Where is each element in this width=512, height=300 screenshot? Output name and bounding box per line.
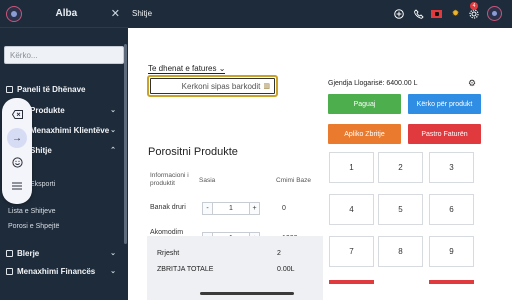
sidebar-item-purchases[interactable]: Blerje ⌄ [0, 246, 124, 260]
keypad-key-partial[interactable] [429, 280, 474, 284]
chevron-down-icon: ⌄ [110, 250, 116, 257]
avatar[interactable] [487, 6, 502, 21]
summary-label: Rrjesht [157, 250, 180, 257]
invoice-details-label: Te dhenat e fatures [148, 64, 217, 73]
sidebar-scrollbar[interactable] [124, 44, 127, 244]
keypad-key-8[interactable]: 8 [378, 236, 423, 267]
column-header-qty: Sasia [199, 177, 216, 184]
sidebar-item-finance[interactable]: Menaxhimi Financës ⌄ [0, 264, 124, 278]
plus-circle-icon[interactable] [393, 8, 404, 19]
keypad-key-7[interactable]: 7 [329, 236, 374, 267]
sidebar-item-label: Paneli të Dhënave [17, 84, 86, 94]
search-product-button[interactable]: Kërko për produkt [408, 94, 481, 114]
topbar: Shitje ✹ 4 [128, 0, 512, 28]
currency-settings-icon[interactable]: ⚙ [468, 78, 476, 89]
menu-icon[interactable] [7, 176, 27, 196]
column-header-price: Cmimi Baze [276, 177, 312, 184]
product-name: Banak druri [150, 204, 186, 211]
chevron-down-icon: ⌄ [110, 127, 116, 134]
product-price: 0 [282, 205, 286, 212]
quantity-value[interactable]: 1 [213, 202, 249, 215]
sidebar-subitem-quick-order[interactable]: Porosi e Shpejtë [8, 223, 59, 230]
sidebar-subitem-export[interactable]: Eksporti [30, 181, 55, 188]
chevron-up-icon: ⌃ [110, 147, 116, 154]
chevron-down-icon: ⌄ [216, 64, 226, 73]
keypad-key-3[interactable]: 3 [429, 152, 474, 183]
order-products-title: Porositni Produkte [148, 146, 238, 158]
keypad-key-4[interactable]: 4 [329, 194, 374, 225]
backspace-icon[interactable] [7, 104, 27, 124]
summary-label: ZBRITJA TOTALE [157, 266, 214, 273]
dashboard-icon [6, 85, 13, 93]
arrow-right-icon[interactable]: → [7, 128, 27, 148]
decrement-button[interactable]: - [202, 202, 213, 215]
sidebar-item-dashboard[interactable]: Paneli të Dhënave [0, 82, 124, 96]
chevron-down-icon: ⌄ [110, 107, 116, 114]
keypad-key-5[interactable]: 5 [378, 194, 423, 225]
keypad-key-9[interactable]: 9 [429, 236, 474, 267]
sidebar-item-label: Produkte [30, 105, 65, 115]
floating-toolbar: → [2, 98, 32, 204]
order-summary: Rrjesht 2 ZBRITJA TOTALE 0.00L [147, 236, 323, 300]
keypad-key-2[interactable]: 2 [378, 152, 423, 183]
summary-value: 2 [277, 250, 281, 257]
sidebar-header: Alba ✕ [0, 0, 128, 28]
keypad-key-partial[interactable] [329, 280, 374, 284]
navigation-handle[interactable] [200, 292, 294, 295]
sidebar-item-label: Menaxhimi Klientëve [30, 125, 110, 135]
keypad-key-1[interactable]: 1 [329, 152, 374, 183]
clear-invoice-button[interactable]: Pastro Faturën [408, 124, 481, 144]
apply-discount-button[interactable]: Apliko Zbritje [328, 124, 401, 144]
page-title: Shitje [132, 9, 153, 18]
notification-badge: 4 [470, 2, 478, 10]
sidebar-item-label: Shitje [30, 145, 52, 155]
chevron-down-icon: ⌄ [110, 268, 116, 275]
sun-icon[interactable]: ✹ [450, 8, 461, 19]
invoice-details-link[interactable]: Te dhenat e fatures ⌄ [148, 64, 226, 74]
barcode-placeholder: Kerkoni sipas barkodit [181, 81, 261, 91]
flag-albania-icon[interactable] [431, 8, 442, 19]
close-icon[interactable]: ✕ [111, 7, 120, 20]
main-content: Te dhenat e fatures ⌄ Kerkoni sipas bark… [128, 28, 512, 300]
sidebar-title: Alba [55, 8, 78, 19]
account-balance: Gjendja Llogarisë: 6400.00 L [328, 80, 418, 87]
summary-value: 0.00L [277, 266, 295, 273]
barcode-icon[interactable]: ▥ [263, 82, 270, 90]
avatar[interactable] [6, 5, 22, 22]
barcode-search-field[interactable]: Kerkoni sipas barkodit ▥ [147, 75, 278, 97]
quantity-stepper: - 1 + [202, 202, 260, 215]
column-header-info: Informacioni i produktit [150, 172, 189, 187]
pay-button[interactable]: Paguaj [328, 94, 401, 114]
keypad-key-6[interactable]: 6 [429, 194, 474, 225]
sidebar-search-input[interactable] [4, 46, 124, 64]
sidebar-item-label: Blerje [17, 248, 40, 258]
increment-button[interactable]: + [249, 202, 260, 215]
finance-icon [6, 267, 13, 275]
phone-icon[interactable] [413, 8, 424, 19]
smile-icon[interactable] [7, 152, 27, 172]
purchases-icon [6, 249, 13, 257]
sidebar-item-label: Menaxhimi Financës [17, 266, 96, 276]
sidebar-subitem-sales-list[interactable]: Lista e Shitjeve [8, 208, 55, 215]
